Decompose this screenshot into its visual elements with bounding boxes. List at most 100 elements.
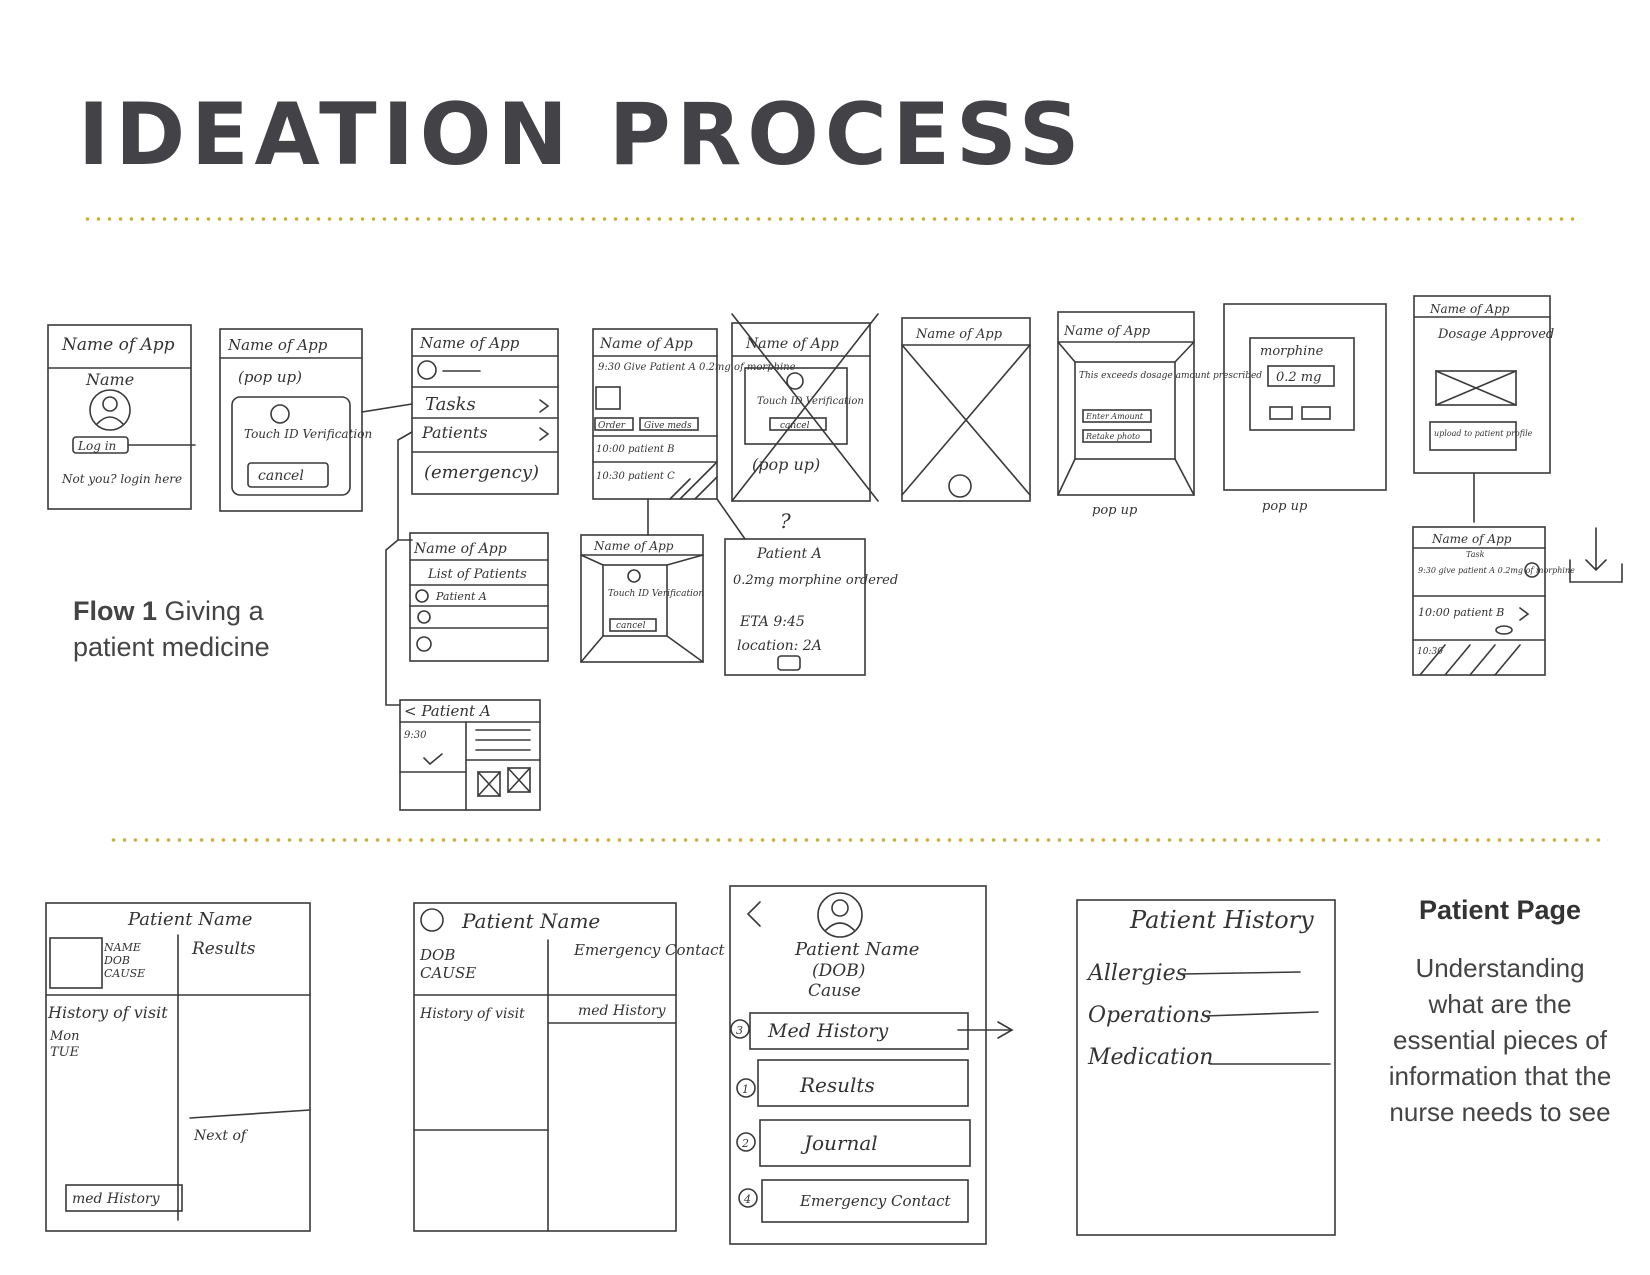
sk-task: Task [1466,550,1485,559]
sk-pop-up-paren-2: (pop up) [752,455,820,474]
sk-num-4: 4 [743,1193,751,1206]
sk-med-history: med History [72,1191,161,1207]
sk-mon: Mon [49,1029,80,1044]
sk-name-of-app-11: Name of App [593,539,674,553]
sk-patients: Patients [421,423,488,442]
sketch-dosage-popup: morphine 0.2 mg pop up [1223,303,1387,514]
arrow-right-icon [957,1021,1014,1039]
sk-pop-up-paren: (pop up) [238,368,302,386]
sk-patient-c: 10:30 patient C [596,471,675,482]
sk-list-of-patients: List of Patients [427,567,527,582]
sk-pop-up-2: pop up [1262,499,1308,514]
sk-emergency-contact: Emergency Contact [573,941,726,959]
sketch-order-confirmed: Patient A 0.2mg morphine ordered ETA 9:4… [716,498,898,676]
chevron-right-icon [1519,607,1530,621]
sk-patient-name-3: Patient Name [794,939,919,960]
sk-next-of: Next of [193,1128,249,1144]
sketch-task-list-small: Name of App Task 9:30 give patient A 0.2… [1412,526,1623,676]
sk-location: location: 2A [737,638,822,654]
sk-name-of-app-3: Name of App [419,334,520,352]
sketch-patient-list: Name of App List of Patients Patient A [409,532,549,662]
sk-name: Name [85,370,134,389]
sketch-exceeds-dose-popup: Name of App This exceeds dosage amount p… [1057,311,1262,518]
sk-pop-up: pop up [1092,503,1138,518]
sk-allergies: Allergies [1086,961,1187,986]
sk-patient-a: Patient A [435,590,487,603]
sk-not-you: Not you? login here [61,472,182,486]
sk-num-2: 2 [741,1137,749,1150]
sk-retake-photo: Retake photo [1085,432,1140,441]
sk-emergency: (emergency) [424,462,539,483]
sk-patient-b-short: 10:00 patient B [1418,606,1504,619]
sk-patient-name-2: Patient Name [461,909,600,933]
sk-num-3: 3 [736,1024,743,1037]
sk-cause: CAUSE [420,964,476,982]
wireframe-sketches: Name of App Name Log in Not you? login h… [45,295,1623,1245]
sk-cause-word: Cause [808,981,861,1001]
sk-back-patient-a: < Patient A [404,702,491,720]
sketch-home-screen: Name of App Tasks Patients (emergency) [385,328,559,706]
fingerprint-icon [270,404,290,424]
sk-tue: TUE [50,1045,80,1060]
user-icon [415,589,429,603]
check-icon [777,655,801,671]
sk-history-of-visit-2: History of visit [419,1006,525,1022]
sk-name-of-app-12: Name of App [1431,532,1512,546]
sk-dosage-approved: Dosage Approved [1437,327,1554,342]
sk-order: Order [598,421,626,431]
sk-patient-history: Patient History [1129,906,1314,934]
sk-enter-amount: Enter Amount [1085,412,1144,421]
sk-name-of-app-7: Name of App [1063,324,1151,339]
sk-cancel: cancel [258,468,304,484]
sk-operations: Operations [1088,1003,1211,1028]
sk-dob-paren: (DOB) [812,961,865,981]
sk-patient-b: 10:00 patient B [596,444,674,455]
sketch-patient-page-2: Patient Name DOB CAUSE Emergency Contact… [413,902,726,1232]
camera-shutter-icon [948,474,972,498]
sk-dob: DOB [419,946,455,964]
sketch-crossed-touch-id: Name of App Touch ID Verification cancel… [731,313,879,533]
back-chevron-icon [746,901,761,927]
sk-time-930: 9:30 [404,730,427,741]
sk-medication: Medication [1087,1045,1213,1070]
user-icon [416,636,432,652]
sketch-patient-page-3: Patient Name (DOB) Cause 3 Med History 1… [729,885,1014,1245]
check-icon [423,753,443,766]
sketch-patient-detail: < Patient A 9:30 [399,699,541,811]
sketch-camera-screen: Name of App [901,317,1031,502]
sk-exceeds: This exceeds dosage amount prescribed [1079,371,1262,381]
sketch-touch-id-small: Name of App Touch ID Verification cancel [580,498,704,663]
sk-task-desc: 9:30 give patient A 0.2mg of morphine [1418,566,1575,575]
sk-question: ? [780,509,791,533]
close-button [1269,406,1293,420]
sk-touch-id: Touch ID Verification [244,427,372,441]
sk-name-of-app: Name of App [61,335,175,355]
sketch-patient-history: Patient History Allergies Operations Med… [1076,899,1336,1236]
sk-morphine: morphine [1260,344,1324,359]
sketch-patient-page-1: Patient Name NAME DOB CAUSE Results Hist… [45,902,311,1232]
sk-results-btn: Results [799,1073,875,1097]
avatar-icon [49,937,103,989]
sketch-login-screen: Name of App Name Log in Not you? login h… [47,324,196,510]
sk-upload-profile: upload to patient profile [1434,429,1533,438]
sk-patient-name-1: Patient Name [127,909,252,930]
avatar-icon [420,908,444,932]
sketch-dosage-approved: Name of App Dosage Approved upload to pa… [1413,295,1554,523]
sk-cancel-2: cancel [780,421,810,431]
sk-cancel-3: cancel [616,621,646,631]
sk-history-of-visit: History of visit [47,1003,168,1022]
sk-name-of-app-2: Name of App [227,336,328,354]
sk-results: Results [191,939,256,959]
sk-ndc-dob: DOB [103,954,130,967]
sketch-touch-id-screen: Name of App (pop up) Touch ID Verificati… [219,328,413,512]
sk-med-history-btn: Med History [767,1020,888,1042]
sk-patient-a-card: Patient A [756,546,822,562]
sk-eta: ETA 9:45 [739,614,805,630]
sk-name-of-app-6: Name of App [915,327,1003,342]
sk-ndc-cause: CAUSE [104,967,145,980]
chevron-right-icon [539,399,550,413]
chevron-right-icon [539,427,550,441]
arrow-down-icon [1585,527,1607,572]
sk-give-meds: Give meds [644,421,692,431]
sk-dose: 0.2 mg [1276,370,1321,385]
